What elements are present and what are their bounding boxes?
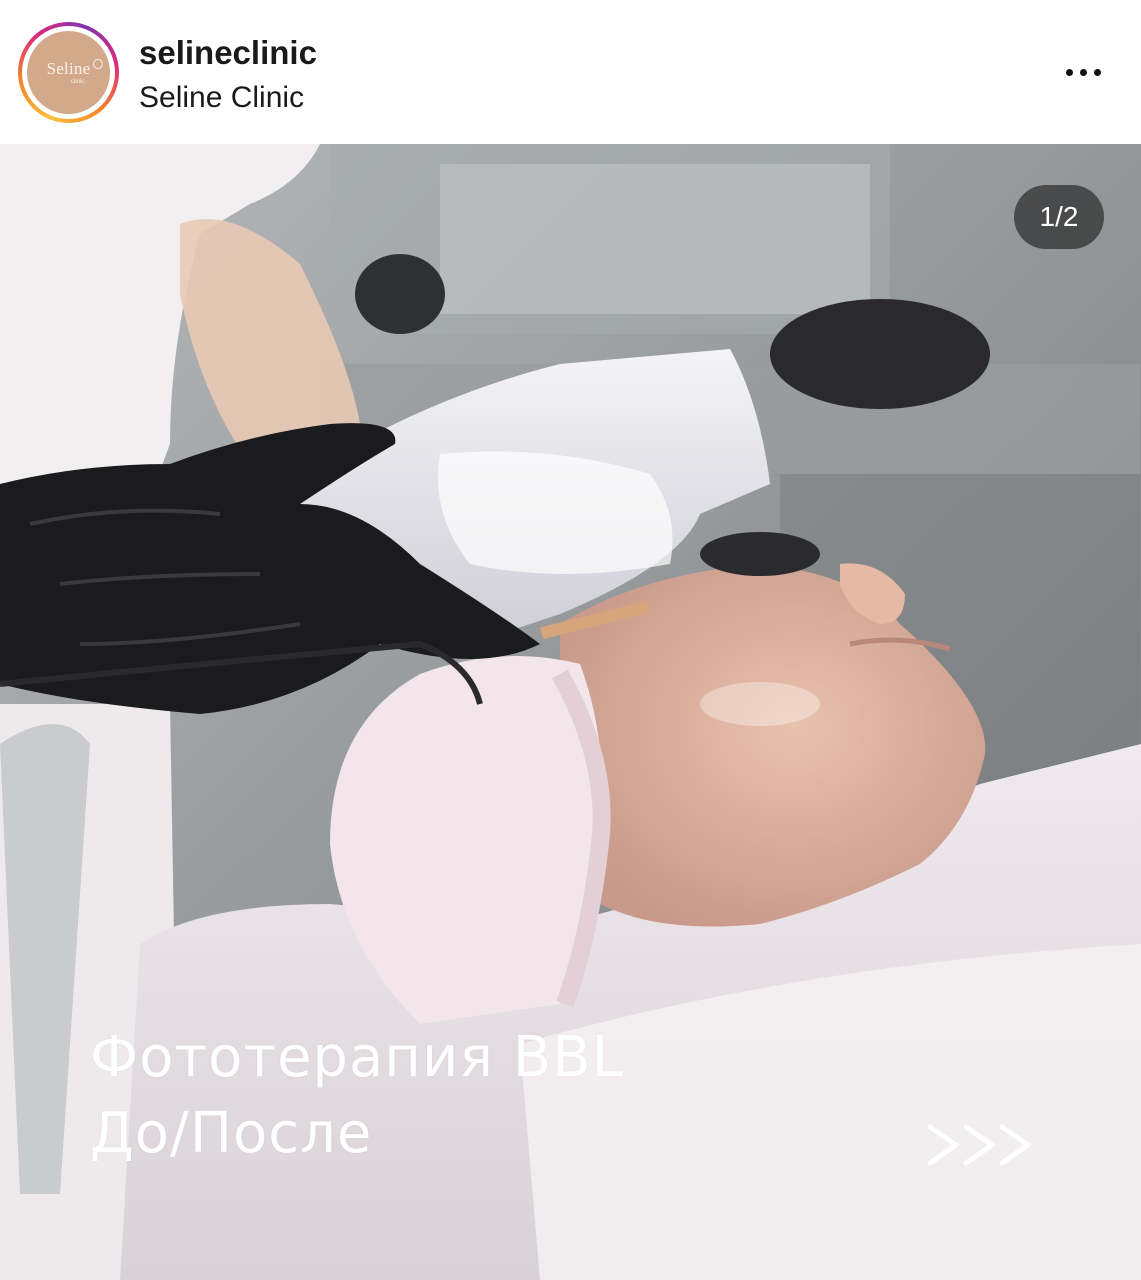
story-ring[interactable]: Seline clinic [18,22,119,123]
display-name: Seline Clinic [139,81,305,114]
caption-line-2: До/После [90,1101,373,1166]
post-header: Seline clinic selineclinic Seline Clinic [0,0,1141,144]
next-arrows-icon[interactable]: >>> [924,1115,1036,1175]
more-options-icon[interactable] [1058,55,1108,89]
avatar[interactable]: Seline clinic [27,31,110,114]
caption-line-1: Фототерапия BBL [90,1025,624,1090]
avatar-logo-sub: clinic [71,79,85,85]
carousel-counter: 1/2 [1014,185,1104,249]
username[interactable]: selineclinic [139,34,317,72]
flower-icon [93,59,103,69]
